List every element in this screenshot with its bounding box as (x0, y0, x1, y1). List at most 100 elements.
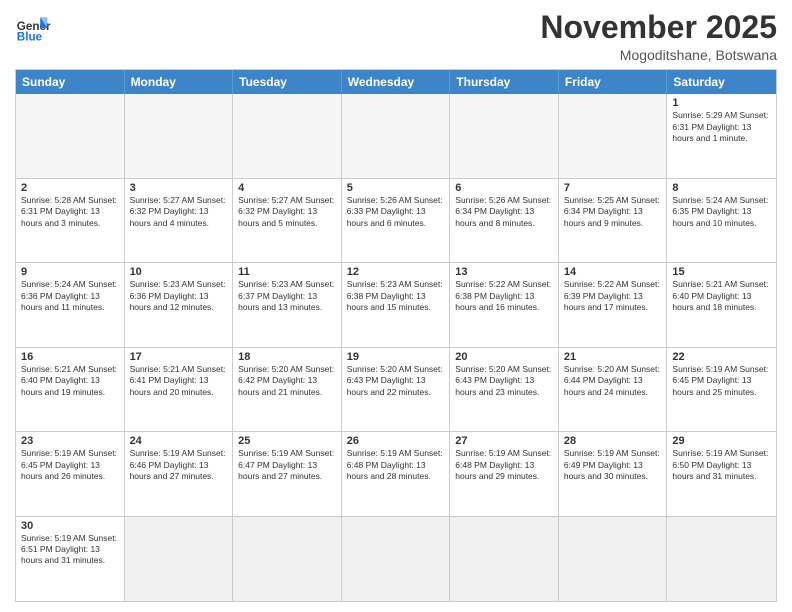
day-info: Sunrise: 5:19 AM Sunset: 6:51 PM Dayligh… (21, 533, 119, 567)
empty-cell (125, 94, 234, 177)
day-number: 25 (238, 435, 336, 447)
day-cell-28: 28Sunrise: 5:19 AM Sunset: 6:49 PM Dayli… (559, 432, 668, 515)
day-info: Sunrise: 5:19 AM Sunset: 6:48 PM Dayligh… (347, 448, 445, 482)
day-info: Sunrise: 5:19 AM Sunset: 6:45 PM Dayligh… (21, 448, 119, 482)
day-number: 8 (672, 182, 771, 194)
day-info: Sunrise: 5:19 AM Sunset: 6:45 PM Dayligh… (672, 364, 771, 398)
day-cell-17: 17Sunrise: 5:21 AM Sunset: 6:41 PM Dayli… (125, 348, 234, 431)
day-header-tuesday: Tuesday (233, 70, 342, 94)
svg-text:Blue: Blue (17, 31, 43, 44)
day-cell-15: 15Sunrise: 5:21 AM Sunset: 6:40 PM Dayli… (667, 263, 776, 346)
header: General Blue November 2025 Mogoditshane,… (15, 10, 777, 63)
day-cell-16: 16Sunrise: 5:21 AM Sunset: 6:40 PM Dayli… (16, 348, 125, 431)
empty-cell (450, 517, 559, 601)
empty-cell (233, 94, 342, 177)
day-number: 3 (130, 182, 228, 194)
day-number: 29 (672, 435, 771, 447)
day-info: Sunrise: 5:24 AM Sunset: 6:35 PM Dayligh… (672, 195, 771, 229)
day-info: Sunrise: 5:20 AM Sunset: 6:43 PM Dayligh… (347, 364, 445, 398)
day-cell-7: 7Sunrise: 5:25 AM Sunset: 6:34 PM Daylig… (559, 179, 668, 262)
day-cell-22: 22Sunrise: 5:19 AM Sunset: 6:45 PM Dayli… (667, 348, 776, 431)
day-info: Sunrise: 5:27 AM Sunset: 6:32 PM Dayligh… (130, 195, 228, 229)
day-number: 14 (564, 266, 662, 278)
day-number: 22 (672, 351, 771, 363)
empty-cell (559, 517, 668, 601)
day-number: 13 (455, 266, 553, 278)
day-number: 26 (347, 435, 445, 447)
day-info: Sunrise: 5:21 AM Sunset: 6:40 PM Dayligh… (21, 364, 119, 398)
day-info: Sunrise: 5:20 AM Sunset: 6:42 PM Dayligh… (238, 364, 336, 398)
day-number: 17 (130, 351, 228, 363)
day-info: Sunrise: 5:23 AM Sunset: 6:38 PM Dayligh… (347, 279, 445, 313)
calendar-grid: 1Sunrise: 5:29 AM Sunset: 6:31 PM Daylig… (16, 94, 776, 601)
day-number: 18 (238, 351, 336, 363)
day-info: Sunrise: 5:19 AM Sunset: 6:47 PM Dayligh… (238, 448, 336, 482)
day-info: Sunrise: 5:27 AM Sunset: 6:32 PM Dayligh… (238, 195, 336, 229)
day-number: 30 (21, 520, 119, 532)
day-info: Sunrise: 5:20 AM Sunset: 6:44 PM Dayligh… (564, 364, 662, 398)
day-cell-18: 18Sunrise: 5:20 AM Sunset: 6:42 PM Dayli… (233, 348, 342, 431)
calendar: SundayMondayTuesdayWednesdayThursdayFrid… (15, 69, 777, 602)
day-cell-24: 24Sunrise: 5:19 AM Sunset: 6:46 PM Dayli… (125, 432, 234, 515)
day-number: 7 (564, 182, 662, 194)
day-number: 24 (130, 435, 228, 447)
day-cell-6: 6Sunrise: 5:26 AM Sunset: 6:34 PM Daylig… (450, 179, 559, 262)
day-number: 28 (564, 435, 662, 447)
empty-cell (233, 517, 342, 601)
day-cell-2: 2Sunrise: 5:28 AM Sunset: 6:31 PM Daylig… (16, 179, 125, 262)
day-cell-29: 29Sunrise: 5:19 AM Sunset: 6:50 PM Dayli… (667, 432, 776, 515)
day-number: 19 (347, 351, 445, 363)
day-header-monday: Monday (125, 70, 234, 94)
day-number: 27 (455, 435, 553, 447)
day-info: Sunrise: 5:19 AM Sunset: 6:46 PM Dayligh… (130, 448, 228, 482)
day-number: 16 (21, 351, 119, 363)
page: General Blue November 2025 Mogoditshane,… (0, 0, 792, 612)
title-block: November 2025 Mogoditshane, Botswana (540, 10, 777, 63)
day-number: 21 (564, 351, 662, 363)
day-cell-20: 20Sunrise: 5:20 AM Sunset: 6:43 PM Dayli… (450, 348, 559, 431)
day-header-saturday: Saturday (667, 70, 776, 94)
day-info: Sunrise: 5:22 AM Sunset: 6:39 PM Dayligh… (564, 279, 662, 313)
day-cell-13: 13Sunrise: 5:22 AM Sunset: 6:38 PM Dayli… (450, 263, 559, 346)
day-info: Sunrise: 5:21 AM Sunset: 6:40 PM Dayligh… (672, 279, 771, 313)
day-number: 23 (21, 435, 119, 447)
week-row-0: 1Sunrise: 5:29 AM Sunset: 6:31 PM Daylig… (16, 94, 776, 178)
day-cell-14: 14Sunrise: 5:22 AM Sunset: 6:39 PM Dayli… (559, 263, 668, 346)
day-number: 20 (455, 351, 553, 363)
day-info: Sunrise: 5:26 AM Sunset: 6:34 PM Dayligh… (455, 195, 553, 229)
day-number: 6 (455, 182, 553, 194)
day-header-wednesday: Wednesday (342, 70, 451, 94)
empty-cell (450, 94, 559, 177)
day-info: Sunrise: 5:20 AM Sunset: 6:43 PM Dayligh… (455, 364, 553, 398)
logo: General Blue (15, 10, 51, 46)
day-cell-19: 19Sunrise: 5:20 AM Sunset: 6:43 PM Dayli… (342, 348, 451, 431)
day-number: 1 (672, 97, 771, 109)
day-cell-10: 10Sunrise: 5:23 AM Sunset: 6:36 PM Dayli… (125, 263, 234, 346)
location: Mogoditshane, Botswana (540, 47, 777, 63)
day-cell-5: 5Sunrise: 5:26 AM Sunset: 6:33 PM Daylig… (342, 179, 451, 262)
day-cell-26: 26Sunrise: 5:19 AM Sunset: 6:48 PM Dayli… (342, 432, 451, 515)
empty-cell (342, 94, 451, 177)
day-number: 5 (347, 182, 445, 194)
day-info: Sunrise: 5:19 AM Sunset: 6:49 PM Dayligh… (564, 448, 662, 482)
day-info: Sunrise: 5:19 AM Sunset: 6:48 PM Dayligh… (455, 448, 553, 482)
day-header-sunday: Sunday (16, 70, 125, 94)
day-info: Sunrise: 5:23 AM Sunset: 6:37 PM Dayligh… (238, 279, 336, 313)
day-cell-25: 25Sunrise: 5:19 AM Sunset: 6:47 PM Dayli… (233, 432, 342, 515)
day-info: Sunrise: 5:21 AM Sunset: 6:41 PM Dayligh… (130, 364, 228, 398)
empty-cell (125, 517, 234, 601)
day-cell-3: 3Sunrise: 5:27 AM Sunset: 6:32 PM Daylig… (125, 179, 234, 262)
week-row-1: 2Sunrise: 5:28 AM Sunset: 6:31 PM Daylig… (16, 179, 776, 263)
day-info: Sunrise: 5:28 AM Sunset: 6:31 PM Dayligh… (21, 195, 119, 229)
day-cell-4: 4Sunrise: 5:27 AM Sunset: 6:32 PM Daylig… (233, 179, 342, 262)
day-cell-23: 23Sunrise: 5:19 AM Sunset: 6:45 PM Dayli… (16, 432, 125, 515)
day-header-friday: Friday (559, 70, 668, 94)
day-info: Sunrise: 5:19 AM Sunset: 6:50 PM Dayligh… (672, 448, 771, 482)
day-cell-1: 1Sunrise: 5:29 AM Sunset: 6:31 PM Daylig… (667, 94, 776, 177)
week-row-2: 9Sunrise: 5:24 AM Sunset: 6:36 PM Daylig… (16, 263, 776, 347)
day-number: 9 (21, 266, 119, 278)
empty-cell (559, 94, 668, 177)
empty-cell (667, 517, 776, 601)
month-title: November 2025 (540, 10, 777, 45)
day-cell-8: 8Sunrise: 5:24 AM Sunset: 6:35 PM Daylig… (667, 179, 776, 262)
